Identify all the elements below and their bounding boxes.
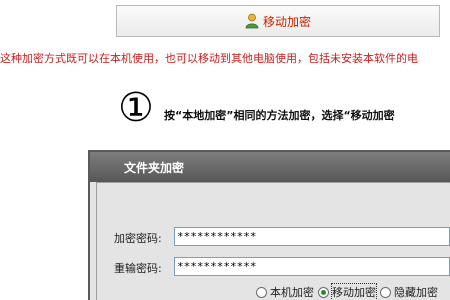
radio-label: 隐藏加密 <box>394 286 438 299</box>
radio-button[interactable] <box>380 286 391 298</box>
user-icon <box>245 13 259 29</box>
radio-label: 本机加密 <box>270 286 314 299</box>
mobile-encrypt-button[interactable]: 移动加密 <box>116 5 440 37</box>
description-text: 这种加密方式既可以在本机使用，也可以移动到其他电脑使用，包括未安装本软件的电 <box>0 52 418 65</box>
encrypt-mode-group: 本机加密 移动加密 隐藏加密 <box>256 282 438 300</box>
step-instruction: 按“本地加密”相同的方法加密，选择“移动加密 <box>164 109 395 122</box>
mobile-encrypt-label: 移动加密 <box>262 14 311 29</box>
step-number: ① <box>118 85 154 131</box>
folder-encrypt-dialog: 文件夹加密 加密密码: ************ 重输密码: *********… <box>88 150 450 300</box>
radio-label: 移动加密 <box>331 283 377 300</box>
radio-local-encrypt[interactable]: 本机加密 <box>256 284 314 300</box>
radio-button-selected[interactable] <box>318 286 329 298</box>
radio-hidden-encrypt[interactable]: 隐藏加密 <box>380 284 438 300</box>
radio-mobile-encrypt[interactable]: 移动加密 <box>318 283 377 300</box>
confirm-password-label: 重输密码: <box>114 262 162 275</box>
radio-button[interactable] <box>256 286 267 298</box>
password-label: 加密密码: <box>114 232 162 245</box>
password-field[interactable]: ************ <box>174 227 450 246</box>
dialog-title: 文件夹加密 <box>124 161 185 175</box>
radio-selected-dot <box>321 289 326 295</box>
confirm-password-field[interactable]: ************ <box>174 257 450 276</box>
dialog-titlebar[interactable]: 文件夹加密 <box>90 152 450 182</box>
